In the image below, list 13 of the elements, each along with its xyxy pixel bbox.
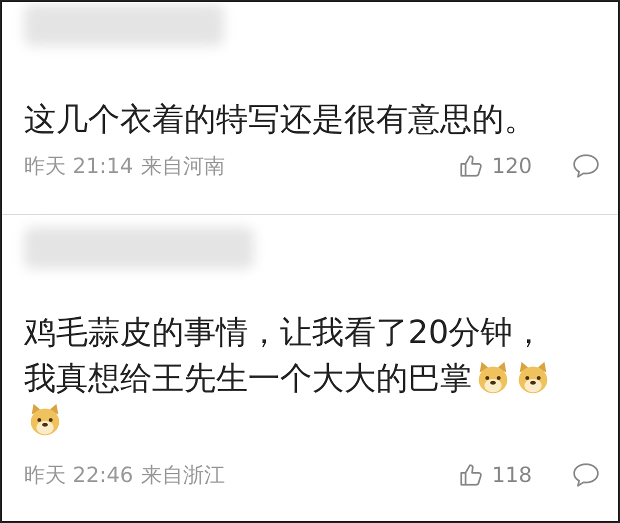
like-count: 120: [492, 154, 532, 178]
comment-text: 这几个衣着的特写还是很有意思的。: [24, 99, 536, 140]
comment-time: 昨天 21:14: [24, 153, 134, 180]
thumbs-up-icon[interactable]: [458, 462, 484, 488]
comment-time: 昨天 22:46: [24, 462, 134, 489]
comment-icon[interactable]: [572, 153, 600, 179]
comment-source: 来自浙江: [141, 462, 226, 489]
thumbs-up-icon[interactable]: [458, 153, 484, 179]
comment-text: 鸡毛蒜皮的事情，让我看了20分钟，: [24, 312, 545, 353]
comment-text: 我真想给王先生一个大大的巴掌: [24, 358, 472, 399]
comment-icon[interactable]: [572, 462, 600, 488]
like-count: 118: [492, 463, 532, 487]
comment-source: 来自河南: [141, 153, 226, 180]
